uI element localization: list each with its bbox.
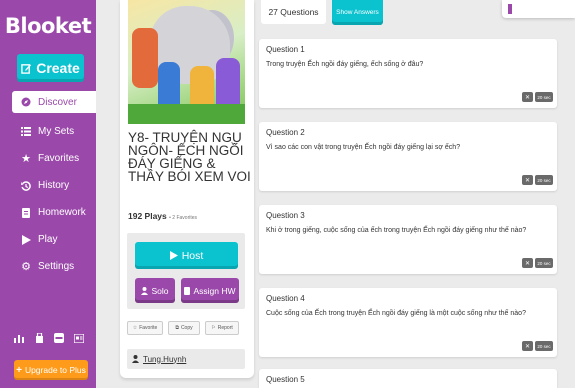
- user-icon: [132, 355, 139, 363]
- plays-count: 192 Plays • 2 Favorites: [128, 211, 197, 221]
- homework-icon: [20, 207, 32, 218]
- question-controls: ✕ 20 sec: [522, 258, 553, 268]
- solo-button[interactable]: Solo: [135, 278, 175, 303]
- star-icon: ★: [21, 153, 31, 165]
- edit-icon: [21, 63, 32, 74]
- user-badge[interactable]: [502, 0, 575, 18]
- author-name[interactable]: Tung.Huynh: [143, 355, 186, 364]
- sidebar-item-play[interactable]: Play: [12, 226, 96, 253]
- sidebar-item-label: Settings: [38, 261, 75, 272]
- host-button[interactable]: Host: [135, 242, 238, 269]
- question-header: Question 2: [266, 128, 305, 137]
- set-title: Y8- TRUYỆN NGỤ NGÔN- ẾCH NGỒI ĐÁY GIẾNG …: [128, 130, 251, 184]
- sidebar: Blooket Create Discover My Sets ★ Favori…: [0, 0, 96, 388]
- upgrade-label: Upgrade to Plus: [24, 365, 86, 375]
- question-header: Question 1: [266, 45, 305, 54]
- blooks-icon[interactable]: [54, 333, 64, 343]
- star-icon: ☆: [132, 325, 138, 331]
- question-controls: ✕ 20 sec: [522, 341, 553, 351]
- list-icon: [20, 127, 32, 136]
- sidebar-item-label: Discover: [38, 96, 77, 108]
- sidebar-item-history[interactable]: History: [12, 172, 96, 199]
- market-icon[interactable]: [34, 333, 44, 343]
- question-text: Vì sao các con vật trong truyện Ếch ngồi…: [266, 144, 461, 151]
- cover-art-figure: [132, 28, 158, 88]
- author-row[interactable]: Tung.Huynh: [127, 349, 245, 369]
- assign-hw-button[interactable]: Assign HW: [181, 278, 239, 303]
- question-card: Question 1 Trong truyện Ếch ngồi đáy giế…: [259, 39, 557, 108]
- question-card: Question 5: [259, 369, 557, 388]
- question-text: Trong truyện Ếch ngồi đáy giếng, ếch sốn…: [266, 61, 424, 68]
- create-button[interactable]: Create: [17, 54, 84, 82]
- plays-label: 192 Plays: [128, 211, 167, 221]
- sidebar-item-label: Play: [38, 234, 58, 245]
- solo-label: Solo: [151, 285, 169, 296]
- homework-icon: [184, 286, 191, 295]
- time-badge[interactable]: 20 sec: [535, 92, 553, 102]
- question-card: Question 4 Cuộc sống của Ếch trong truyệ…: [259, 288, 557, 357]
- shuffle-icon[interactable]: ✕: [522, 175, 533, 185]
- compass-icon: [20, 97, 32, 107]
- sidebar-item-homework[interactable]: Homework: [12, 199, 96, 226]
- question-header: Question 4: [266, 294, 305, 303]
- report-button[interactable]: ⚐ Report: [205, 321, 239, 335]
- sidebar-item-label: My Sets: [38, 126, 75, 137]
- host-label: Host: [181, 249, 204, 262]
- cover-art-grass: [128, 104, 245, 124]
- history-icon: [20, 180, 32, 191]
- favorites-count: • 2 Favorites: [169, 215, 198, 221]
- question-controls: ✕ 20 sec: [522, 92, 553, 102]
- news-icon[interactable]: [74, 333, 84, 343]
- shuffle-icon[interactable]: ✕: [522, 258, 533, 268]
- sidebar-item-label: Homework: [38, 207, 86, 218]
- plus-icon: +: [16, 364, 22, 376]
- sidebar-item-settings[interactable]: ⚙ Settings: [12, 253, 96, 280]
- shuffle-icon[interactable]: ✕: [522, 341, 533, 351]
- question-header: Question 5: [266, 375, 305, 384]
- question-text: Khi ở trong giếng, cuộc sống của ếch tro…: [266, 227, 527, 234]
- gear-icon: ⚙: [21, 261, 31, 273]
- sidebar-bottom-icons: [14, 333, 84, 343]
- favorite-label: Favorite: [139, 325, 158, 331]
- upgrade-button[interactable]: + Upgrade to Plus: [14, 360, 88, 380]
- play-icon: [169, 251, 178, 260]
- user-icon: [141, 286, 149, 295]
- question-text: Cuộc sống của Ếch trong truyện Ếch ngồi …: [266, 310, 526, 317]
- question-card: Question 3 Khi ở trong giếng, cuộc sống …: [259, 205, 557, 274]
- flag-icon: ⚐: [211, 325, 216, 331]
- question-count: 27 Questions: [261, 0, 326, 24]
- brand-logo[interactable]: Blooket: [0, 14, 96, 38]
- sidebar-item-label: History: [38, 180, 70, 191]
- question-controls: ✕ 20 sec: [522, 175, 553, 185]
- report-label: Report: [217, 325, 233, 331]
- favorite-button[interactable]: ☆ Favorite: [127, 321, 163, 335]
- sidebar-item-favorites[interactable]: ★ Favorites: [12, 145, 96, 172]
- time-badge[interactable]: 20 sec: [535, 175, 553, 185]
- assign-label: Assign HW: [193, 285, 236, 296]
- time-badge[interactable]: 20 sec: [535, 258, 553, 268]
- question-card: Question 2 Vì sao các con vật trong truy…: [259, 122, 557, 191]
- sidebar-item-my-sets[interactable]: My Sets: [12, 118, 96, 145]
- copy-icon: ⧉: [175, 325, 179, 331]
- stats-icon[interactable]: [14, 333, 24, 343]
- time-badge[interactable]: 20 sec: [535, 341, 553, 351]
- create-label: Create: [36, 60, 80, 76]
- secondary-actions: ☆ Favorite ⧉ Copy ⚐ Report: [127, 321, 239, 335]
- badge-accent: [508, 4, 512, 14]
- sidebar-nav: Discover My Sets ★ Favorites History Hom…: [12, 91, 96, 280]
- copy-label: Copy: [180, 325, 193, 331]
- copy-button[interactable]: ⧉ Copy: [168, 321, 200, 335]
- show-answers-button[interactable]: Show Answers: [332, 0, 383, 25]
- shuffle-icon[interactable]: ✕: [522, 92, 533, 102]
- set-cover-image: [128, 0, 245, 124]
- sidebar-item-label: Favorites: [38, 153, 80, 164]
- question-header: Question 3: [266, 211, 305, 220]
- sidebar-item-discover[interactable]: Discover: [12, 91, 96, 113]
- play-icon: [20, 234, 32, 245]
